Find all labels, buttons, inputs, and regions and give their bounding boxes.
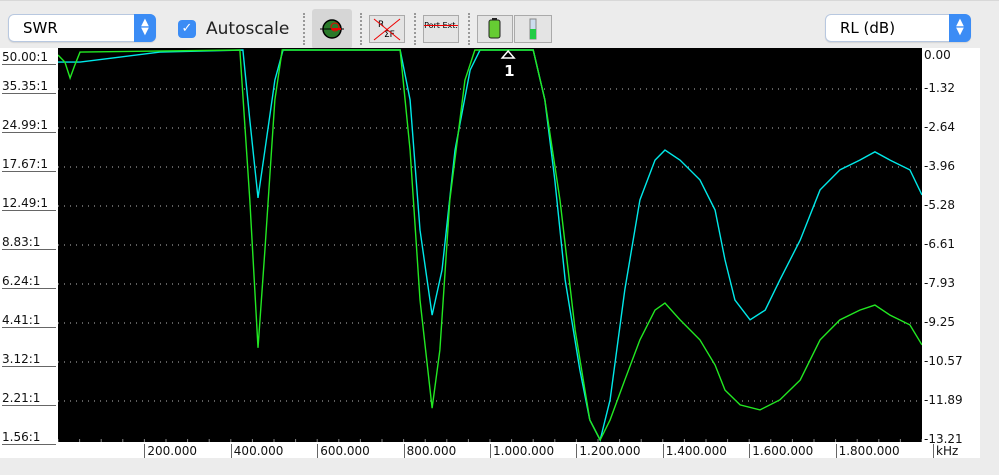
thermometer-icon <box>529 18 537 40</box>
toolbar-separator <box>414 13 416 45</box>
left-tick-label: 2.21:1 <box>2 391 56 406</box>
right-tick-label: -5.28 <box>924 198 956 212</box>
chevron-updown-icon: ▲ ▼ <box>134 14 156 42</box>
autoscale-checkbox[interactable]: ✓ <box>178 20 196 38</box>
right-tick-label: -3.96 <box>924 159 956 173</box>
x-tick-label: 800.000 <box>403 444 456 458</box>
x-tick-label: 1.800.000 <box>835 444 900 458</box>
x-axis-unit: kHz <box>933 444 958 458</box>
right-tick-label: 0.00 <box>924 48 951 62</box>
x-tick-label: 1.400.000 <box>662 444 727 458</box>
right-tick-label: -11.89 <box>924 393 963 407</box>
left-tick-label: 8.83:1 <box>2 235 56 250</box>
smith-chart-icon <box>320 19 344 39</box>
right-tick-label: -2.64 <box>924 120 956 134</box>
port-extension-button[interactable]: Port Ext. <box>423 15 459 43</box>
right-tick-label: -1.32 <box>924 81 956 95</box>
toolbar-separator <box>360 13 362 45</box>
left-tick-label: 24.99:1 <box>2 118 56 133</box>
right-axis-select-value: RL (dB) <box>840 19 896 37</box>
toolbar: SWR ▲▼ ✓ Autoscale RΣF Port Ext. RL (dB)… <box>0 0 999 49</box>
x-tick-label: 1.200.000 <box>576 444 640 458</box>
marker-label: 1 <box>504 62 514 80</box>
thermometer-button[interactable] <box>514 15 552 43</box>
x-tick-label: 200.000 <box>144 444 197 458</box>
x-tick-label: 600.000 <box>317 444 370 458</box>
smith-chart-button[interactable] <box>312 9 352 49</box>
left-tick-label: 3.12:1 <box>2 352 56 367</box>
reference-off-button[interactable]: RΣF <box>369 15 405 43</box>
x-tick-label: 1.600.000 <box>749 444 813 458</box>
measurement-select-value: SWR <box>23 19 58 37</box>
toolbar-separator <box>303 13 305 45</box>
right-tick-label: -6.61 <box>924 237 956 251</box>
left-tick-label: 6.24:1 <box>2 274 56 289</box>
chevron-updown-icon: ▲ ▼ <box>949 14 971 42</box>
left-tick-label: 35.35:1 <box>2 79 56 94</box>
left-tick-label: 17.67:1 <box>2 157 56 172</box>
right-tick-label: -7.93 <box>924 276 956 290</box>
x-tick-label: 1.000.000 <box>490 444 554 458</box>
battery-icon <box>488 18 501 39</box>
left-tick-label: 4.41:1 <box>2 313 56 328</box>
right-axis-select[interactable]: RL (dB) ▲ ▼ <box>825 14 971 42</box>
left-tick-label: 12.49:1 <box>2 196 56 211</box>
left-tick-label: 50.00:1 <box>2 50 56 65</box>
x-tick-label: 400.000 <box>230 444 283 458</box>
autoscale-label[interactable]: Autoscale <box>206 19 289 39</box>
battery-button[interactable] <box>477 15 513 43</box>
toolbar-separator <box>468 13 470 45</box>
ref-crossed-icon: RΣF <box>373 18 401 41</box>
right-tick-label: -9.25 <box>924 315 956 329</box>
port-ext-crossed-icon: Port Ext. <box>424 21 458 30</box>
chart-plot-area[interactable]: 1 <box>58 48 922 442</box>
measurement-select[interactable]: SWR ▲ ▼ <box>8 14 156 42</box>
right-tick-label: -10.57 <box>924 354 963 368</box>
left-tick-label: 1.56:1 <box>2 430 56 445</box>
